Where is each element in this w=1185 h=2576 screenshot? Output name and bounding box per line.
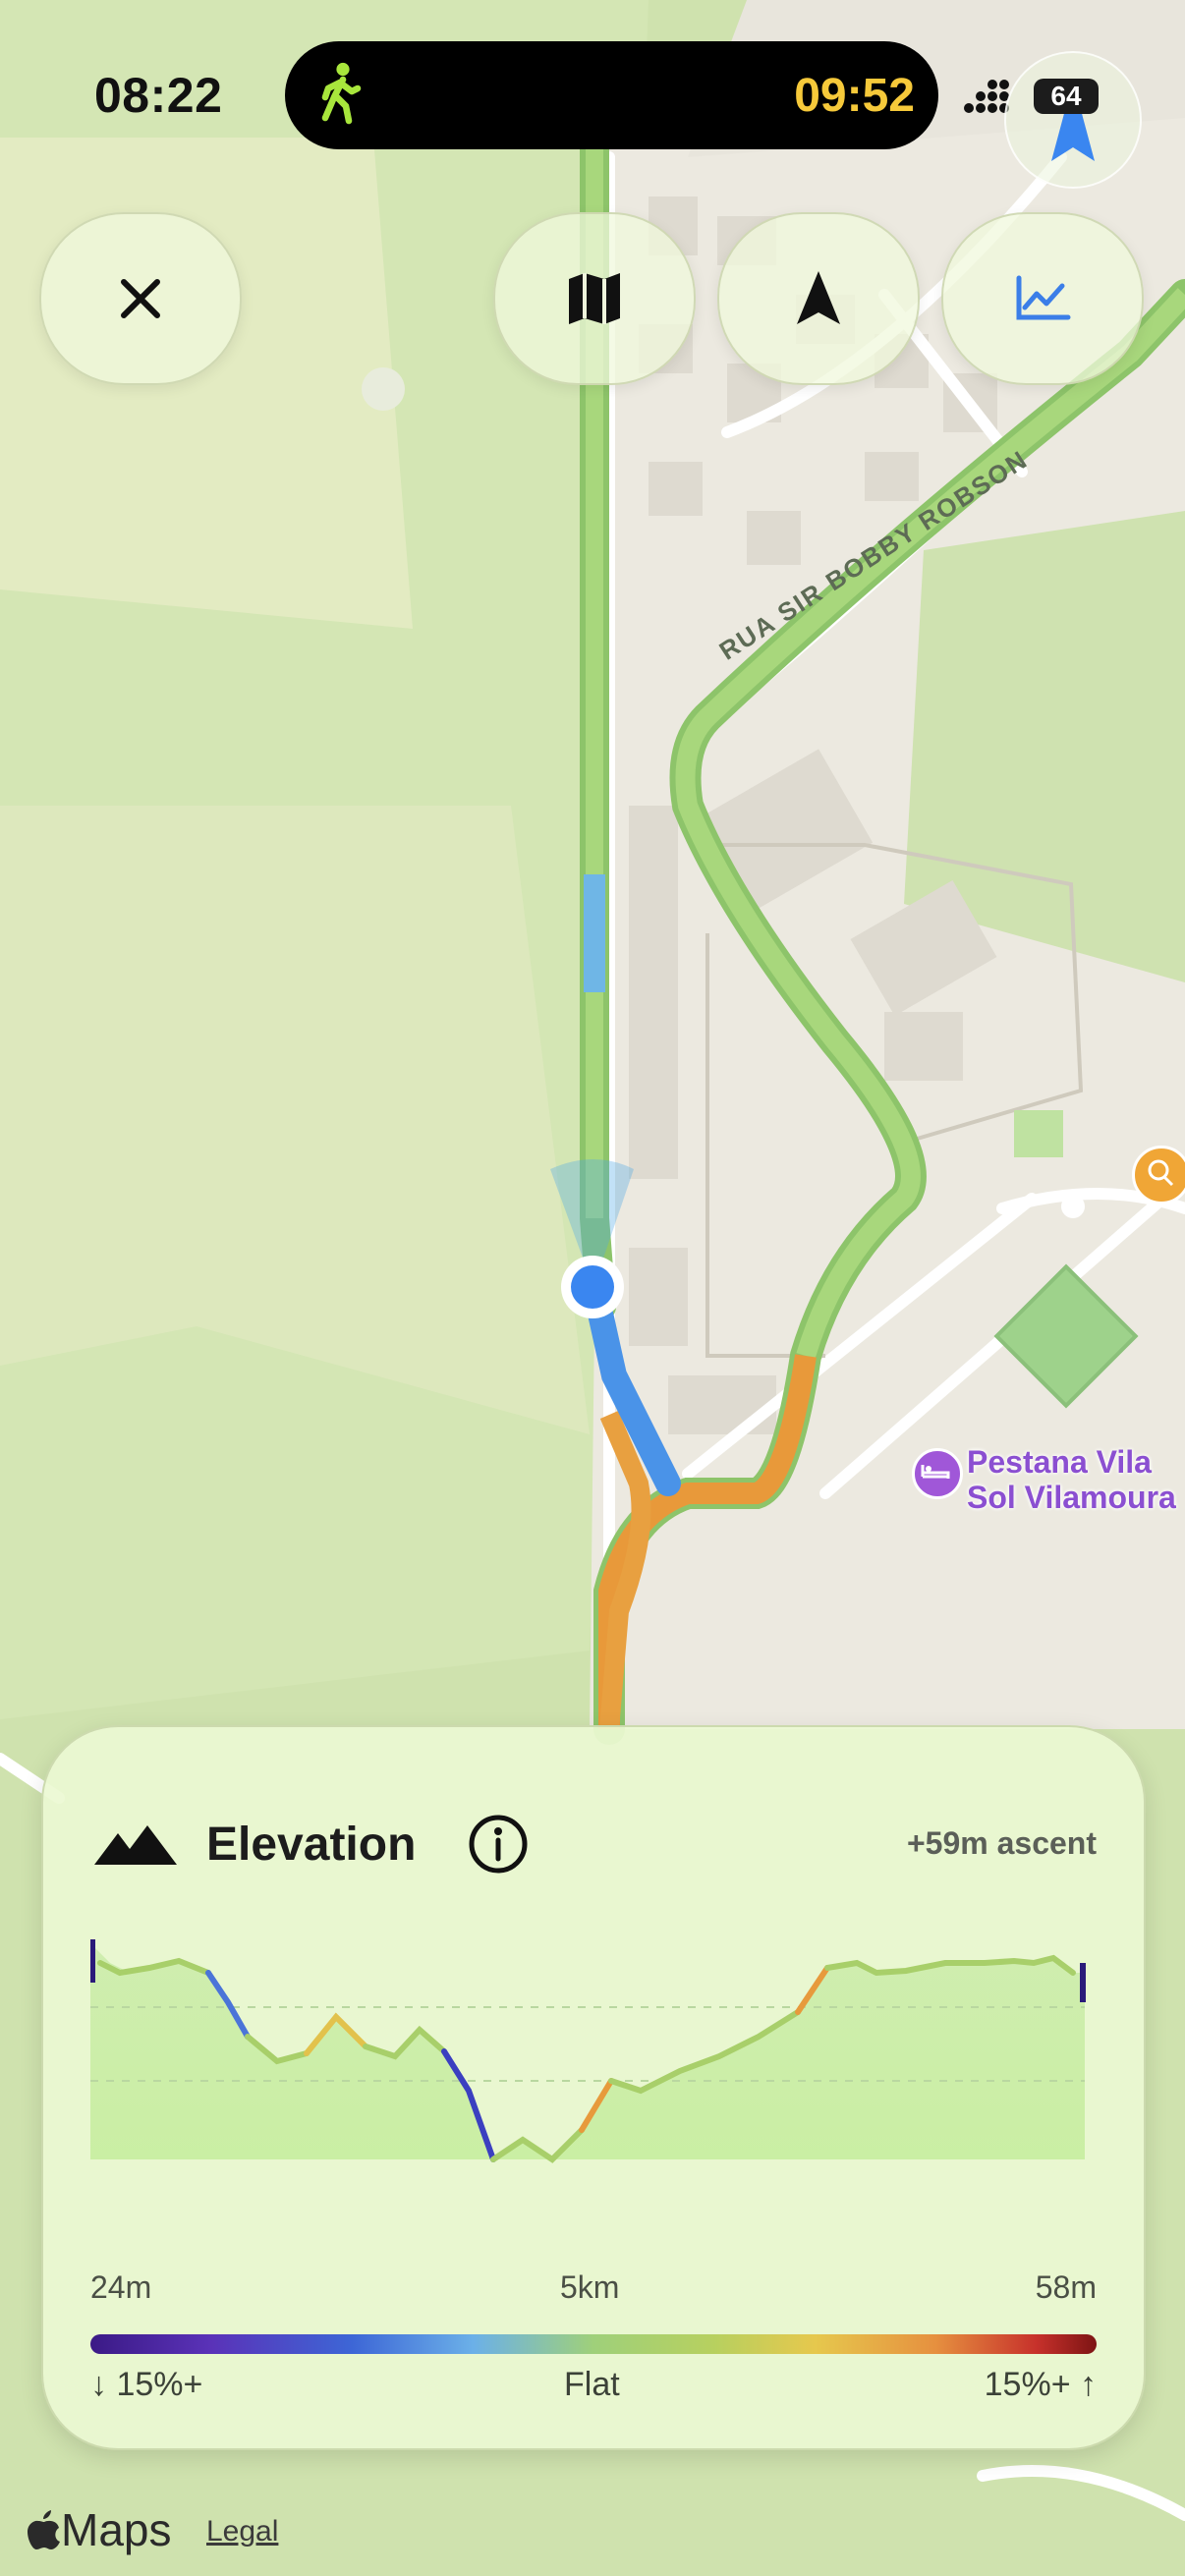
close-icon (121, 279, 160, 318)
compass-button[interactable] (1004, 51, 1142, 189)
grade-legend-bar (90, 2334, 1097, 2354)
hotel-pin[interactable] (912, 1448, 963, 1499)
legend-descent: ↓ 15%+ (90, 2366, 203, 2403)
close-button[interactable] (39, 212, 242, 385)
bed-icon (921, 1465, 950, 1479)
compass-icon (1051, 81, 1095, 161)
elevation-profile (90, 1939, 1086, 2163)
activity-timer: 09:52 (794, 70, 915, 122)
ascent-value: +59m ascent (906, 1825, 1097, 1861)
chart-icon (1016, 275, 1071, 320)
hotel-label-line1: Pestana Vila (967, 1444, 1152, 1480)
maps-brand: Maps (61, 2504, 172, 2555)
elevation-chart-button[interactable] (941, 212, 1144, 385)
axis-distance: 5km (560, 2269, 620, 2305)
axis-max-elevation: 58m (1035, 2269, 1097, 2305)
elevation-panel[interactable]: Elevation +59m ascent 24m 5km 58m ↓ 15%+… (41, 1725, 1146, 2450)
recenter-button[interactable] (717, 212, 920, 385)
panel-title: Elevation (206, 1819, 417, 1871)
battery-indicator: 64 (1034, 79, 1099, 114)
info-icon[interactable] (468, 1814, 529, 1875)
map-style-button[interactable] (493, 212, 696, 385)
live-activity-island[interactable]: 09:52 (285, 41, 938, 149)
hotel-label[interactable]: Pestana Vila Sol Vilamoura (967, 1444, 1176, 1515)
apple-icon (28, 2510, 60, 2549)
axis-min-elevation: 24m (90, 2269, 152, 2305)
status-time: 08:22 (94, 68, 223, 123)
legal-link[interactable]: Legal (206, 2515, 278, 2548)
sports-pin[interactable] (1132, 1146, 1185, 1204)
tennis-icon (1148, 1159, 1174, 1187)
hotel-label-line2: Sol Vilamoura (967, 1480, 1176, 1515)
navigation-arrow-icon (797, 271, 840, 324)
map-icon (569, 273, 620, 324)
walking-icon (321, 62, 362, 125)
legend-flat: Flat (564, 2366, 620, 2403)
mountain-icon (94, 1825, 177, 1865)
legend-ascent: 15%+ ↑ (984, 2366, 1097, 2403)
maps-logo: Maps (28, 2503, 171, 2556)
